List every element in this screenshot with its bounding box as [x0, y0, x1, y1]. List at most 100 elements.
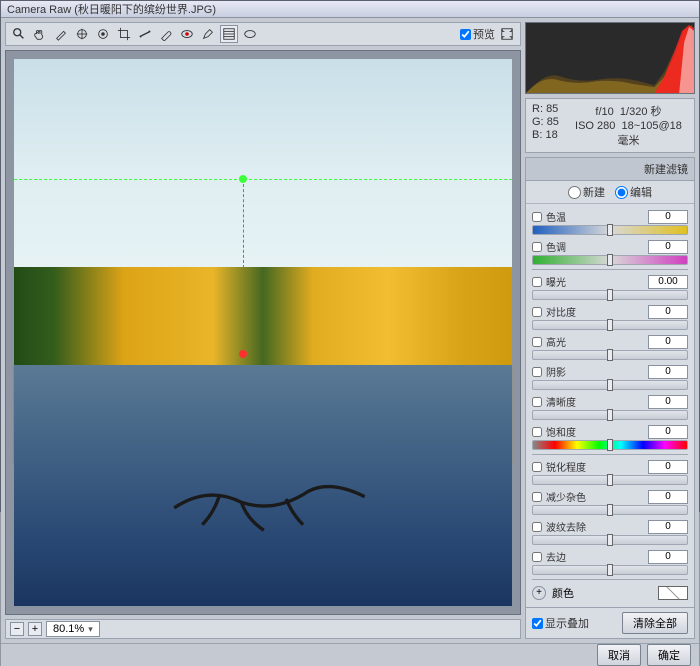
slider-thumb[interactable] — [607, 534, 613, 546]
slider-thumb[interactable] — [607, 564, 613, 576]
slider-track[interactable] — [532, 565, 688, 575]
color-label: 颜色 — [552, 585, 652, 601]
slider-thumb[interactable] — [607, 349, 613, 361]
show-overlay-checkbox[interactable]: 显示叠加 — [532, 615, 589, 631]
preview-checkbox[interactable]: 预览 — [460, 26, 495, 42]
slider-清晰度: 清晰度 0 — [532, 392, 688, 422]
right-pane: R: 85 G: 85 B: 18 f/10 1/320 秒 ISO 280 1… — [525, 22, 695, 639]
straighten-tool-icon[interactable] — [136, 25, 154, 43]
slider-value-field[interactable]: 0 — [648, 365, 688, 379]
slider-track[interactable] — [532, 440, 688, 450]
slider-锐化程度: 锐化程度 0 — [532, 457, 688, 487]
zoom-in-button[interactable]: + — [28, 622, 42, 636]
slider-enable-checkbox[interactable] — [532, 212, 542, 222]
slider-track[interactable] — [532, 410, 688, 420]
histogram[interactable] — [525, 22, 695, 94]
slider-value-field[interactable]: 0 — [648, 395, 688, 409]
color-sampler-tool-icon[interactable] — [73, 25, 91, 43]
slider-enable-checkbox[interactable] — [532, 552, 542, 562]
slider-value-field[interactable]: 0 — [648, 550, 688, 564]
white-balance-tool-icon[interactable] — [52, 25, 70, 43]
slider-thumb[interactable] — [607, 439, 613, 451]
slider-value-field[interactable]: 0 — [648, 210, 688, 224]
sliders-container: 色温0色调0曝光0.00对比度0高光0阴影0清晰度0饱和度0锐化程度0减少杂色0… — [526, 204, 694, 607]
color-swatch[interactable] — [658, 586, 688, 600]
panel-mode-row: 新建 编辑 — [526, 181, 694, 204]
slider-label: 阴影 — [546, 364, 644, 379]
slider-label: 波纹去除 — [546, 519, 644, 534]
slider-label: 锐化程度 — [546, 459, 644, 474]
slider-value-field[interactable]: 0 — [648, 240, 688, 254]
color-enable-icon[interactable]: + — [532, 586, 546, 600]
slider-track[interactable] — [532, 380, 688, 390]
graduated-filter-tool-icon[interactable] — [220, 25, 238, 43]
slider-value-field[interactable]: 0 — [648, 425, 688, 439]
slider-enable-checkbox[interactable] — [532, 307, 542, 317]
slider-thumb[interactable] — [607, 224, 613, 236]
slider-label: 减少杂色 — [546, 489, 644, 504]
slider-enable-checkbox[interactable] — [532, 242, 542, 252]
slider-label: 色温 — [546, 209, 644, 224]
slider-track[interactable] — [532, 350, 688, 360]
slider-track[interactable] — [532, 255, 688, 265]
slider-波纹去除: 波纹去除 0 — [532, 517, 688, 547]
hand-tool-icon[interactable] — [31, 25, 49, 43]
fullscreen-icon[interactable] — [498, 25, 516, 43]
gradient-guide-top[interactable] — [14, 179, 512, 180]
slider-enable-checkbox[interactable] — [532, 462, 542, 472]
slider-thumb[interactable] — [607, 289, 613, 301]
ok-button[interactable]: 确定 — [647, 644, 691, 666]
spot-removal-tool-icon[interactable] — [157, 25, 175, 43]
redeye-tool-icon[interactable] — [178, 25, 196, 43]
slider-track[interactable] — [532, 290, 688, 300]
slider-thumb[interactable] — [607, 319, 613, 331]
slider-enable-checkbox[interactable] — [532, 427, 542, 437]
cancel-button[interactable]: 取消 — [597, 644, 641, 666]
window-title: Camera Raw (秋日暖阳下的缤纷世界.JPG) — [7, 1, 216, 17]
slider-enable-checkbox[interactable] — [532, 367, 542, 377]
gradient-guide-center[interactable] — [243, 179, 244, 354]
slider-阴影: 阴影 0 — [532, 362, 688, 392]
slider-label: 清晰度 — [546, 394, 644, 409]
slider-track[interactable] — [532, 320, 688, 330]
slider-track[interactable] — [532, 535, 688, 545]
gradient-handle-red[interactable] — [239, 350, 247, 358]
mode-edit-radio[interactable]: 编辑 — [615, 184, 652, 200]
slider-value-field[interactable]: 0 — [648, 490, 688, 504]
slider-track[interactable] — [532, 475, 688, 485]
slider-thumb[interactable] — [607, 504, 613, 516]
slider-thumb[interactable] — [607, 409, 613, 421]
adjustment-brush-tool-icon[interactable] — [199, 25, 217, 43]
crop-tool-icon[interactable] — [115, 25, 133, 43]
slider-value-field[interactable]: 0 — [648, 305, 688, 319]
preview-label: 预览 — [473, 26, 495, 42]
left-pane: 预览 − + 80.1% — [5, 22, 521, 639]
zoom-tool-icon[interactable] — [10, 25, 28, 43]
slider-value-field[interactable]: 0 — [648, 520, 688, 534]
panel-title: 新建滤镜 — [526, 158, 694, 181]
gradient-handle-green[interactable] — [239, 175, 247, 183]
slider-enable-checkbox[interactable] — [532, 492, 542, 502]
slider-track[interactable] — [532, 505, 688, 515]
slider-enable-checkbox[interactable] — [532, 277, 542, 287]
slider-track[interactable] — [532, 225, 688, 235]
mode-new-radio[interactable]: 新建 — [568, 184, 605, 200]
slider-enable-checkbox[interactable] — [532, 522, 542, 532]
zoom-out-button[interactable]: − — [10, 622, 24, 636]
zoom-value-dropdown[interactable]: 80.1% — [46, 621, 100, 637]
slider-thumb[interactable] — [607, 474, 613, 486]
slider-thumb[interactable] — [607, 254, 613, 266]
slider-thumb[interactable] — [607, 379, 613, 391]
slider-饱和度: 饱和度0 — [532, 422, 688, 452]
clear-all-button[interactable]: 清除全部 — [622, 612, 688, 634]
titlebar: Camera Raw (秋日暖阳下的缤纷世界.JPG) — [1, 1, 699, 18]
slider-value-field[interactable]: 0.00 — [648, 275, 688, 289]
slider-value-field[interactable]: 0 — [648, 335, 688, 349]
toolbar: 预览 — [5, 22, 521, 46]
radial-filter-tool-icon[interactable] — [241, 25, 259, 43]
slider-value-field[interactable]: 0 — [648, 460, 688, 474]
slider-enable-checkbox[interactable] — [532, 397, 542, 407]
targeted-adjustment-tool-icon[interactable] — [94, 25, 112, 43]
slider-enable-checkbox[interactable] — [532, 337, 542, 347]
image-preview-area[interactable] — [5, 50, 521, 615]
